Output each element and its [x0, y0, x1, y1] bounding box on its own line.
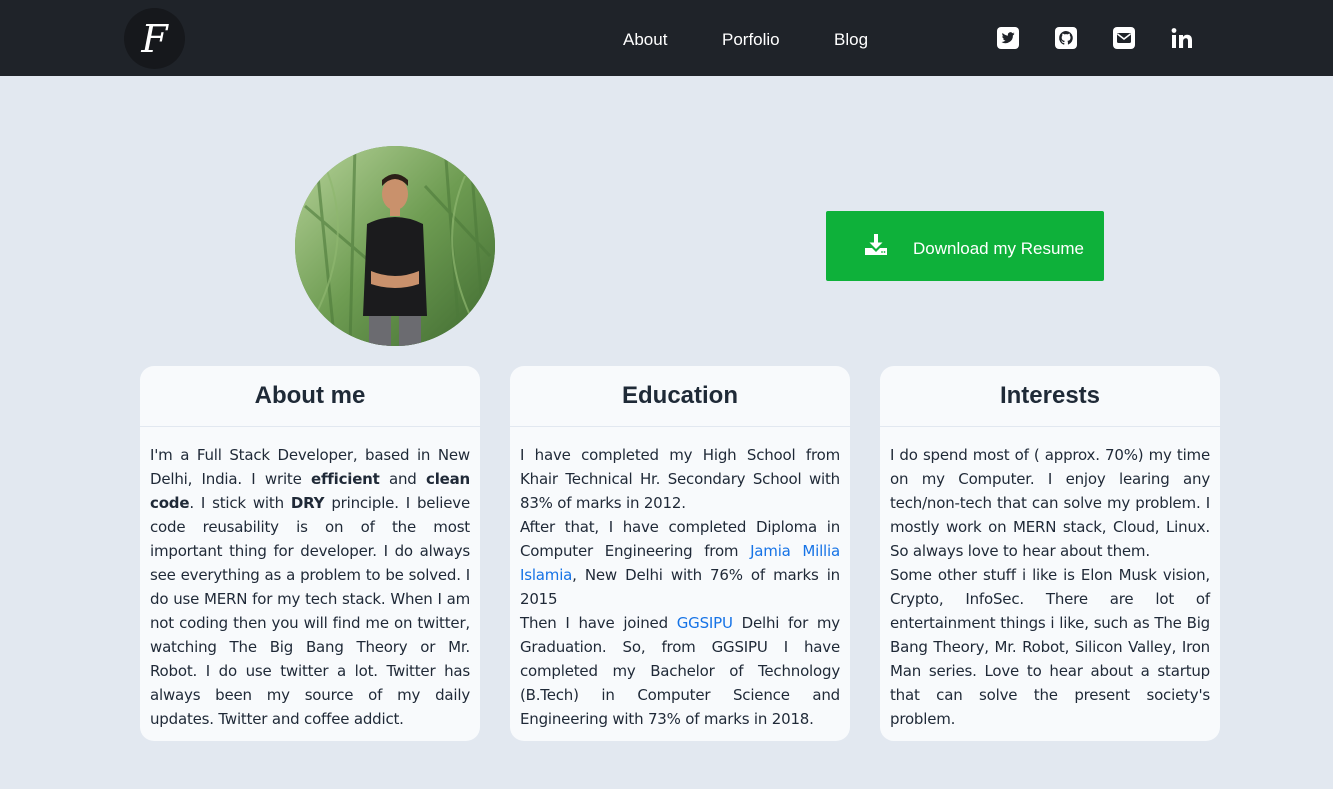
nav-link-blog[interactable]: Blog: [834, 30, 868, 50]
about-bold-dry: DRY: [290, 494, 325, 512]
github-icon[interactable]: [1053, 25, 1079, 51]
education-paragraph-3: Then I have joined GGSIPU Delhi for my G…: [520, 614, 840, 728]
download-icon: [865, 234, 887, 255]
about-card-header: About me: [140, 366, 480, 427]
interests-paragraph-1: I do spend most of ( approx. 70%) my tim…: [890, 446, 1210, 560]
education-card-header: Education: [510, 366, 850, 427]
twitter-icon[interactable]: [995, 25, 1021, 51]
education-body: I have completed my High School from Kha…: [510, 427, 850, 731]
interests-title: Interests: [999, 382, 1101, 409]
interests-card: Interests I do spend most of ( approx. 7…: [880, 366, 1220, 741]
education-paragraph-1: I have completed my High School from Kha…: [520, 446, 840, 512]
about-bold-efficient: efficient: [311, 470, 380, 488]
about-body: I'm a Full Stack Developer, based in New…: [140, 427, 480, 731]
about-title: About me: [254, 382, 366, 409]
interests-body: I do spend most of ( approx. 70%) my tim…: [880, 427, 1220, 731]
education-card: Education I have completed my High Schoo…: [510, 366, 850, 741]
mail-icon[interactable]: [1111, 25, 1137, 51]
ggsipu-link[interactable]: GGSIPU: [677, 614, 733, 632]
download-resume-button[interactable]: Download my Resume: [826, 211, 1104, 281]
profile-photo: [295, 146, 495, 346]
about-text: I'm a Full Stack Developer, based in New…: [150, 446, 471, 728]
linkedin-icon[interactable]: [1169, 25, 1195, 51]
download-resume-label: Download my Resume: [913, 239, 1085, 258]
interests-card-header: Interests: [880, 366, 1220, 427]
logo[interactable]: F: [124, 8, 185, 69]
interests-paragraph-2: Some other stuff i like is Elon Musk vis…: [890, 566, 1210, 728]
education-title: Education: [621, 382, 738, 409]
navbar: F About Porfolio Blog: [0, 0, 1333, 76]
nav-link-portfolio[interactable]: Porfolio: [722, 30, 780, 50]
education-paragraph-2: After that, I have completed Diploma in …: [520, 518, 840, 608]
nav-link-about[interactable]: About: [623, 30, 667, 50]
about-card: About me I'm a Full Stack Developer, bas…: [140, 366, 480, 741]
